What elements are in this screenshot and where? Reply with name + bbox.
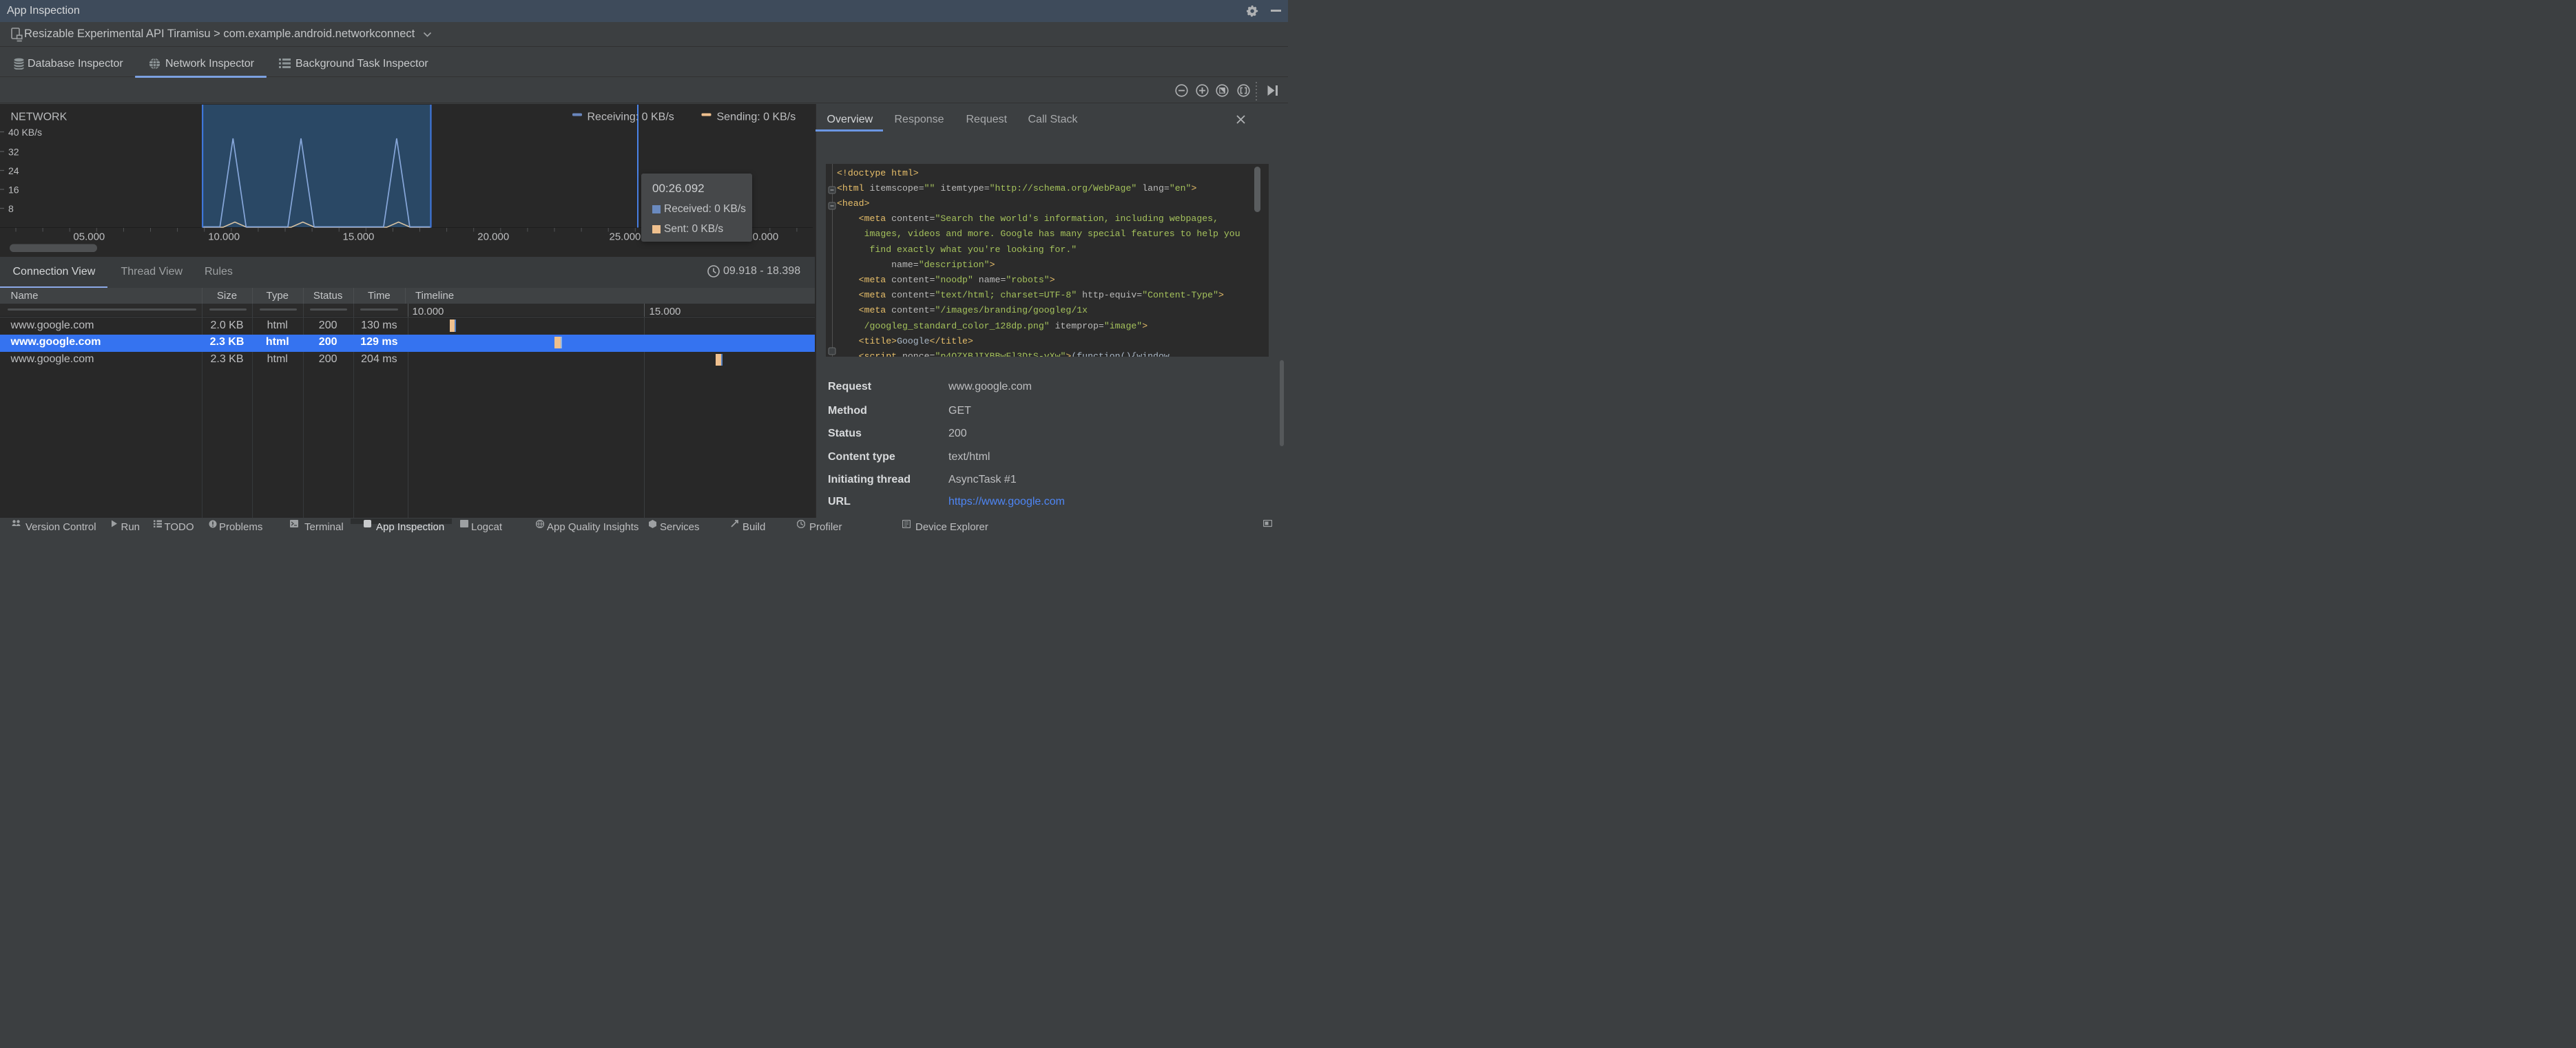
svg-text:32: 32 xyxy=(8,147,19,158)
svg-text:NETWORK: NETWORK xyxy=(11,112,67,123)
svg-text:10.000: 10.000 xyxy=(208,231,240,243)
svg-text:05.000: 05.000 xyxy=(73,231,105,243)
svg-text:20.000: 20.000 xyxy=(477,231,509,243)
svg-text:Receiving: 0 KB/s: Receiving: 0 KB/s xyxy=(588,112,674,123)
svg-text:25.000: 25.000 xyxy=(610,231,641,243)
svg-text:8: 8 xyxy=(8,203,14,214)
svg-text:16: 16 xyxy=(8,185,19,196)
svg-text:24: 24 xyxy=(8,165,19,176)
svg-text:Sending: 0 KB/s: Sending: 0 KB/s xyxy=(717,112,796,123)
svg-text:15.000: 15.000 xyxy=(343,231,375,243)
svg-text:40 KB/s: 40 KB/s xyxy=(8,127,42,138)
